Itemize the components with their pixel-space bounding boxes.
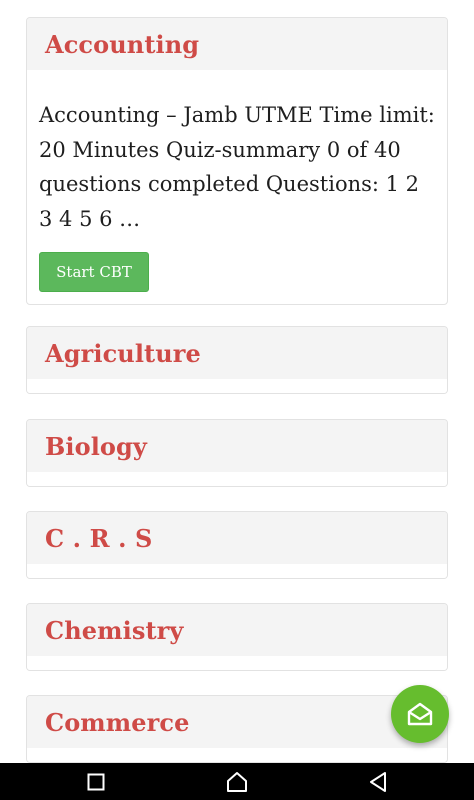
accordion-header-biology[interactable]: Biology xyxy=(27,420,447,472)
start-cbt-button[interactable]: Start CBT xyxy=(39,252,149,292)
quiz-description: Accounting – Jamb UTME Time limit: 20 Mi… xyxy=(39,103,435,231)
accordion-header-chemistry[interactable]: Chemistry xyxy=(27,604,447,656)
accordion-item-chemistry: Chemistry xyxy=(26,603,448,671)
accordion-item-commerce: Commerce xyxy=(26,695,448,763)
accordion-title: Chemistry xyxy=(45,615,184,645)
page: Accounting Accounting – Jamb UTME Time l… xyxy=(0,0,474,800)
system-nav-bar xyxy=(0,763,474,800)
home-icon xyxy=(227,771,247,792)
accordion-title: Commerce xyxy=(45,707,190,737)
accordion-header-agriculture[interactable]: Agriculture xyxy=(27,327,447,379)
accordion-header-crs[interactable]: C . R . S xyxy=(27,512,447,564)
accordion-item-agriculture: Agriculture xyxy=(26,326,448,394)
accordion-title: Accounting xyxy=(45,29,200,59)
accordion-body-accounting: Accounting – Jamb UTME Time limit: 20 Mi… xyxy=(27,70,447,304)
contact-fab-button[interactable] xyxy=(391,685,449,743)
accordion-item-crs: C . R . S xyxy=(26,511,448,579)
back-button[interactable] xyxy=(348,763,408,800)
accordion-title: Biology xyxy=(45,431,147,461)
accordion-item-accounting: Accounting Accounting – Jamb UTME Time l… xyxy=(26,17,448,305)
envelope-open-icon xyxy=(407,702,433,726)
recent-apps-button[interactable] xyxy=(66,763,126,800)
back-icon xyxy=(370,771,386,792)
recent-apps-icon xyxy=(87,773,105,790)
accordion-title: Agriculture xyxy=(45,338,201,368)
accordion-title: C . R . S xyxy=(45,523,153,553)
accordion-header-accounting[interactable]: Accounting xyxy=(27,18,447,70)
accordion-header-commerce[interactable]: Commerce xyxy=(27,696,447,748)
accordion-item-biology: Biology xyxy=(26,419,448,487)
home-button[interactable] xyxy=(207,763,267,800)
